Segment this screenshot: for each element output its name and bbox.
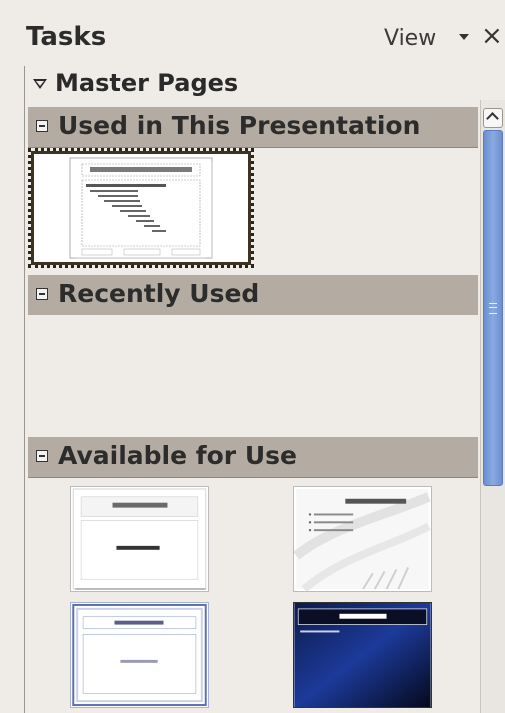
master-thumb-available-1[interactable]	[70, 486, 209, 592]
master-pages-heading[interactable]: Master Pages	[25, 66, 505, 100]
vertical-scrollbar[interactable]	[480, 100, 505, 713]
section-used-label: Used in This Presentation	[58, 111, 421, 140]
task-pane-title: Tasks	[26, 22, 107, 52]
master-pages-label: Master Pages	[55, 69, 239, 97]
view-dropdown-arrow-icon[interactable]	[459, 34, 469, 40]
collapse-minus-icon[interactable]	[36, 450, 48, 462]
expanded-triangle-icon[interactable]	[33, 79, 47, 89]
collapse-minus-icon[interactable]	[36, 120, 48, 132]
master-thumb-available-3[interactable]	[70, 602, 209, 708]
master-pages-content: Used in This Presentation Recently Used …	[25, 100, 480, 713]
close-pane-button[interactable]: ×	[481, 21, 503, 51]
master-thumb-available-4[interactable]	[293, 602, 432, 708]
section-recent-header[interactable]: Recently Used	[28, 275, 478, 316]
scrollbar-thumb[interactable]	[483, 130, 503, 486]
section-available-header[interactable]: Available for Use	[28, 437, 478, 478]
master-thumb-default[interactable]	[28, 148, 254, 268]
slide-preview-default	[69, 157, 213, 259]
slide-preview-blue-frame	[72, 603, 207, 707]
recent-empty-area	[28, 315, 478, 435]
slide-preview-gray-stripes	[294, 488, 431, 591]
section-recent-label: Recently Used	[58, 279, 260, 308]
collapse-minus-icon[interactable]	[36, 288, 48, 300]
scroll-grip-icon	[489, 303, 497, 314]
section-available-label: Available for Use	[58, 441, 297, 470]
view-menu-button[interactable]: View	[384, 26, 436, 51]
master-thumb-available-2[interactable]	[293, 486, 432, 592]
slide-preview-dark-blue	[294, 603, 431, 707]
scroll-up-arrow-icon[interactable]	[483, 108, 503, 128]
task-pane-titlebar: Tasks View ×	[0, 0, 505, 66]
slide-preview-plain	[72, 488, 207, 591]
section-used-header[interactable]: Used in This Presentation	[28, 107, 478, 148]
